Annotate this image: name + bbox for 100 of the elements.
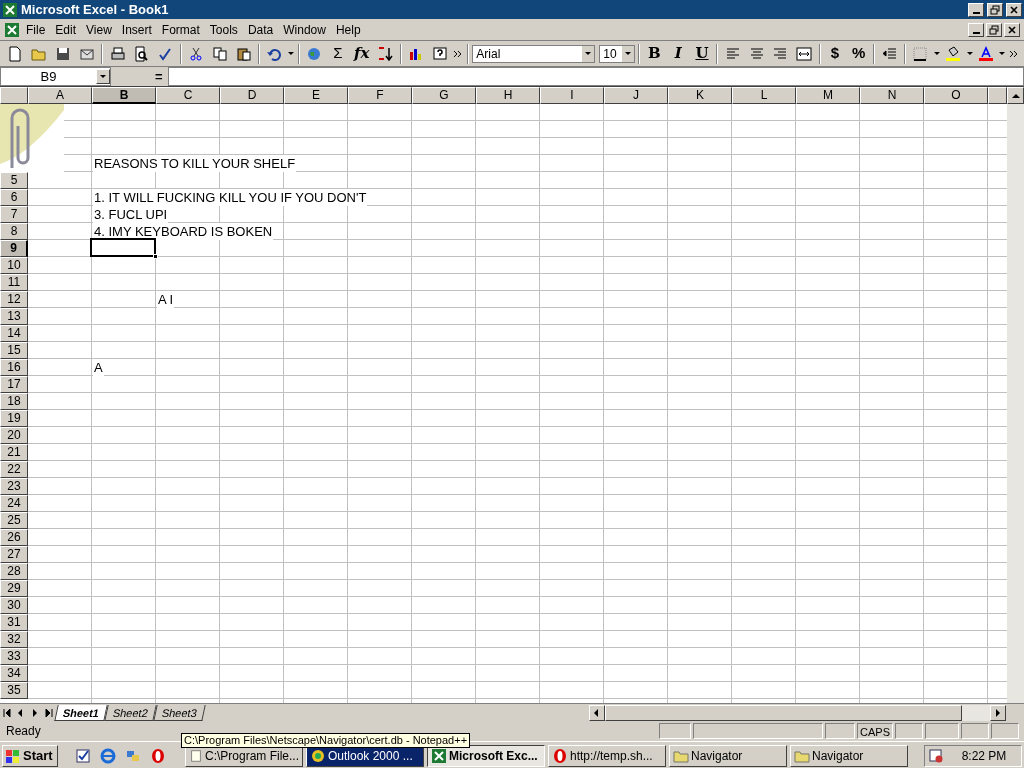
column-header[interactable]: D [220, 87, 284, 104]
close-button[interactable] [1004, 22, 1020, 37]
row-header[interactable]: 19 [0, 410, 28, 427]
row-header[interactable]: 25 [0, 512, 28, 529]
row-header[interactable]: 17 [0, 376, 28, 393]
column-header[interactable]: G [412, 87, 476, 104]
column-header[interactable]: L [732, 87, 796, 104]
autosum-button[interactable]: Σ [326, 42, 350, 65]
row-header[interactable]: 24 [0, 495, 28, 512]
merge-center-icon [796, 45, 813, 62]
italic-button[interactable]: I [666, 42, 690, 65]
row-header[interactable]: 13 [0, 308, 28, 325]
select-all-corner[interactable] [0, 87, 28, 104]
column-header[interactable]: E [284, 87, 348, 104]
menu-item[interactable]: Insert [117, 20, 156, 39]
row-header[interactable]: 29 [0, 580, 28, 597]
sheet-tab[interactable]: Sheet3 [153, 704, 206, 721]
minimize-button[interactable] [968, 22, 984, 37]
menu-item[interactable]: Format [157, 20, 204, 39]
column-header[interactable]: A [28, 87, 92, 104]
column-header[interactable]: O [924, 87, 988, 104]
column-header[interactable]: I [540, 87, 604, 104]
menu-item[interactable]: Tools [205, 20, 242, 39]
taskbar-button[interactable]: Navigator [669, 745, 787, 767]
menu-item[interactable]: View [82, 20, 116, 39]
menu-item[interactable]: Window [279, 20, 330, 39]
row-header[interactable]: 31 [0, 614, 28, 631]
arrow-last-icon [44, 706, 54, 719]
menu-item[interactable]: Edit [51, 20, 81, 39]
function-button[interactable]: fx [350, 42, 374, 65]
browser-e-icon [100, 748, 116, 764]
minimize-icon [972, 31, 980, 34]
row-header[interactable]: 11 [0, 274, 28, 291]
row-header[interactable]: 15 [0, 342, 28, 359]
column-header[interactable]: J [604, 87, 668, 104]
fill-handle[interactable] [153, 254, 158, 259]
row-header[interactable]: 35 [0, 682, 28, 699]
row-header[interactable]: 8 [0, 223, 28, 240]
restore-button[interactable] [986, 22, 1002, 37]
row-header[interactable]: 34 [0, 665, 28, 682]
restore-button[interactable] [987, 2, 1003, 17]
globe-icon [306, 45, 323, 62]
underline-button[interactable]: U [690, 42, 714, 65]
formula-input[interactable] [168, 67, 1024, 86]
row-header[interactable]: 27 [0, 546, 28, 563]
sheet-tab[interactable]: Sheet2 [104, 704, 157, 721]
row-header[interactable]: 6 [0, 189, 28, 206]
minimize-button[interactable] [968, 2, 984, 17]
scroll-right-button[interactable] [990, 704, 1006, 721]
row-header[interactable]: 20 [0, 427, 28, 444]
font-name-field[interactable]: Arial [472, 44, 596, 63]
start-button[interactable]: Start [2, 745, 58, 767]
menu-item[interactable]: File [22, 20, 50, 39]
row-header[interactable]: 33 [0, 648, 28, 665]
caps-indicator: CAPS [857, 723, 893, 739]
status-panel [895, 723, 923, 739]
scroll-left-button[interactable] [588, 704, 605, 721]
percent-button[interactable]: % [847, 42, 871, 65]
row-header[interactable]: 30 [0, 597, 28, 614]
equals-sign[interactable]: = [155, 67, 168, 86]
row-header[interactable]: 26 [0, 529, 28, 546]
close-icon [1006, 23, 1018, 36]
row-header[interactable]: 12 [0, 291, 28, 308]
font-size-field[interactable]: 10 [599, 44, 635, 63]
menu-item[interactable]: Help [331, 20, 365, 39]
sync-icon [125, 748, 141, 764]
row-header[interactable]: 7 [0, 206, 28, 223]
column-header[interactable]: F [348, 87, 412, 104]
scroll-thumb[interactable] [604, 704, 962, 721]
close-button[interactable] [1006, 2, 1022, 17]
row-header[interactable]: 23 [0, 478, 28, 495]
column-header[interactable]: M [796, 87, 860, 104]
column-header[interactable]: C [156, 87, 220, 104]
row-header[interactable]: 22 [0, 461, 28, 478]
menu-item[interactable]: Data [243, 20, 278, 39]
row-header[interactable]: 16 [0, 359, 28, 376]
row-header[interactable]: 10 [0, 257, 28, 274]
column-header[interactable]: H [476, 87, 540, 104]
column-header[interactable]: K [668, 87, 732, 104]
row-header[interactable]: 9 [0, 240, 28, 257]
print-icon [109, 45, 126, 62]
currency-button[interactable]: $ [823, 42, 847, 65]
column-header[interactable]: B [92, 87, 156, 104]
vertical-scrollbar[interactable] [1007, 104, 1024, 703]
row-header[interactable]: 14 [0, 325, 28, 342]
taskbar-button[interactable]: Microsoft Exc... [427, 745, 545, 767]
sheet-tab[interactable]: Sheet1 [54, 704, 108, 721]
row-header[interactable]: 28 [0, 563, 28, 580]
name-box[interactable]: B9 [0, 67, 111, 86]
column-header[interactable]: N [860, 87, 924, 104]
row-header[interactable]: 32 [0, 631, 28, 648]
scroll-up-button[interactable] [1007, 87, 1024, 104]
row-header[interactable]: 18 [0, 393, 28, 410]
row-header[interactable]: 21 [0, 444, 28, 461]
active-cell[interactable] [90, 238, 156, 257]
taskbar-button[interactable]: http://temp.sh... [548, 745, 666, 767]
taskbar-button[interactable]: Navigator [790, 745, 908, 767]
scheduler-icon[interactable] [928, 748, 944, 764]
row-header[interactable]: 5 [0, 172, 28, 189]
bold-button[interactable]: B [643, 42, 666, 65]
